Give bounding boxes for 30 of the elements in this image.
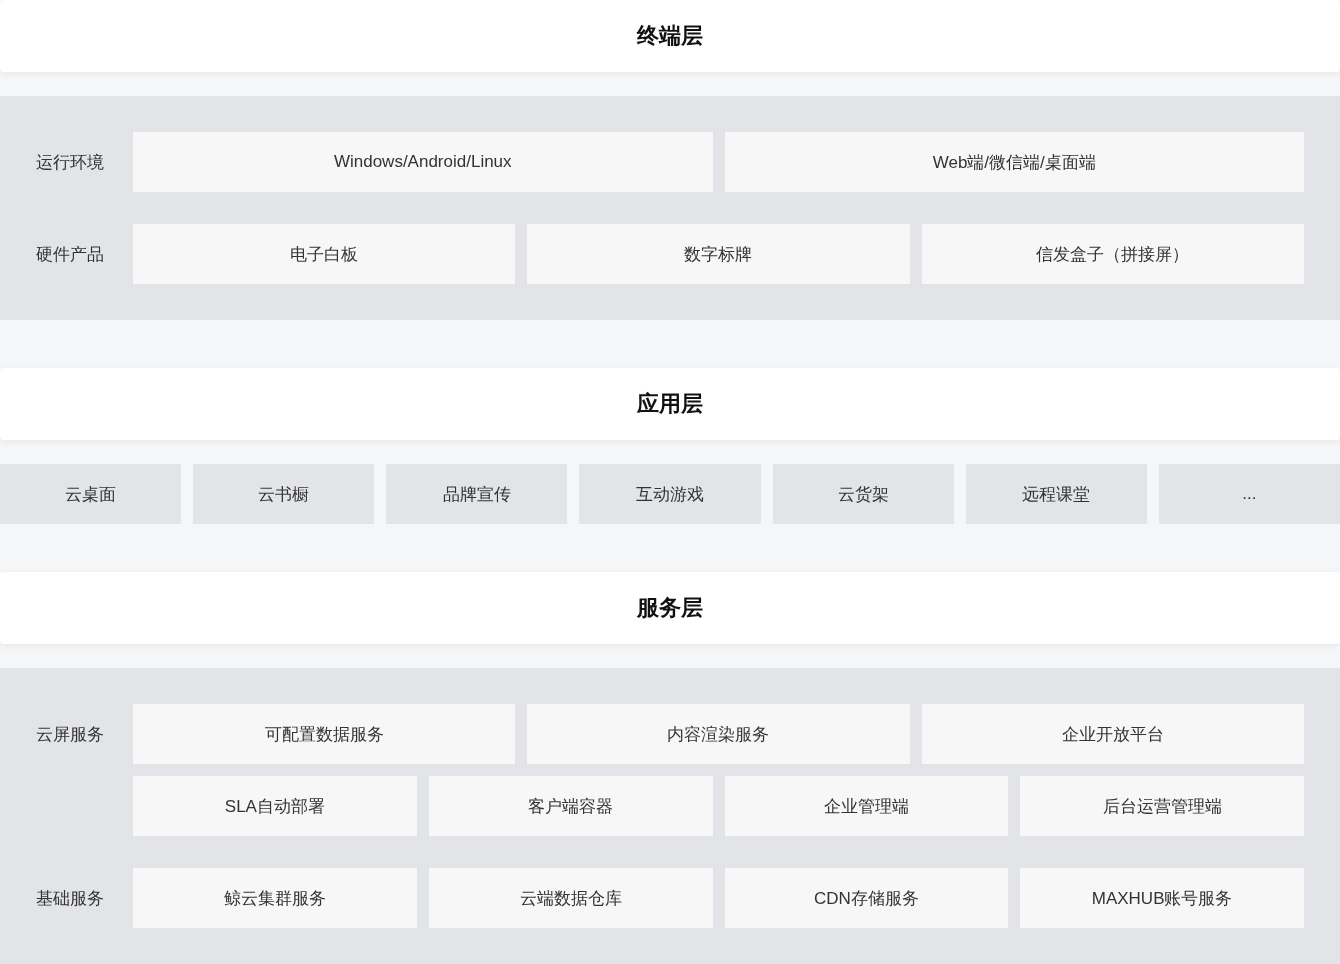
layer-title: 服务层 (0, 572, 1340, 644)
app-tile: 云货架 (772, 464, 954, 524)
layer-title: 应用层 (0, 368, 1340, 440)
module-tile: 电子白板 (133, 224, 516, 284)
app-tile: 互动游戏 (579, 464, 761, 524)
module-tile: 内容渲染服务 (527, 704, 910, 764)
module-tile: MAXHUB账号服务 (1020, 868, 1304, 928)
group-label: 基础服务 (36, 887, 105, 910)
module-tile: 后台运营管理端 (1020, 776, 1304, 836)
module-tile: 云端数据仓库 (428, 868, 713, 928)
module-tile: SLA自动部署 (133, 776, 417, 836)
app-tile: 远程课堂 (965, 464, 1147, 524)
app-tile: 云书橱 (193, 464, 375, 524)
module-tile: 信发盒子（拼接屏） (921, 224, 1304, 284)
group-label: 云屏服务 (36, 723, 105, 746)
module-tile: 客户端容器 (428, 776, 713, 836)
layer-title: 终端层 (0, 0, 1340, 72)
module-tile: 可配置数据服务 (133, 704, 516, 764)
module-tile: Windows/Android/Linux (133, 132, 713, 192)
group-label: 硬件产品 (36, 243, 105, 266)
module-tile: Web端/微信端/桌面端 (724, 132, 1304, 192)
app-tile: ... (1158, 464, 1340, 524)
app-tile: 品牌宣传 (386, 464, 568, 524)
app-tile: 云桌面 (0, 464, 182, 524)
module-tile: 鲸云集群服务 (133, 868, 417, 928)
module-tile: 数字标牌 (527, 224, 910, 284)
group-label: 运行环境 (36, 151, 105, 174)
module-tile: CDN存储服务 (724, 868, 1009, 928)
module-tile: 企业开放平台 (921, 704, 1304, 764)
module-tile: 企业管理端 (724, 776, 1009, 836)
